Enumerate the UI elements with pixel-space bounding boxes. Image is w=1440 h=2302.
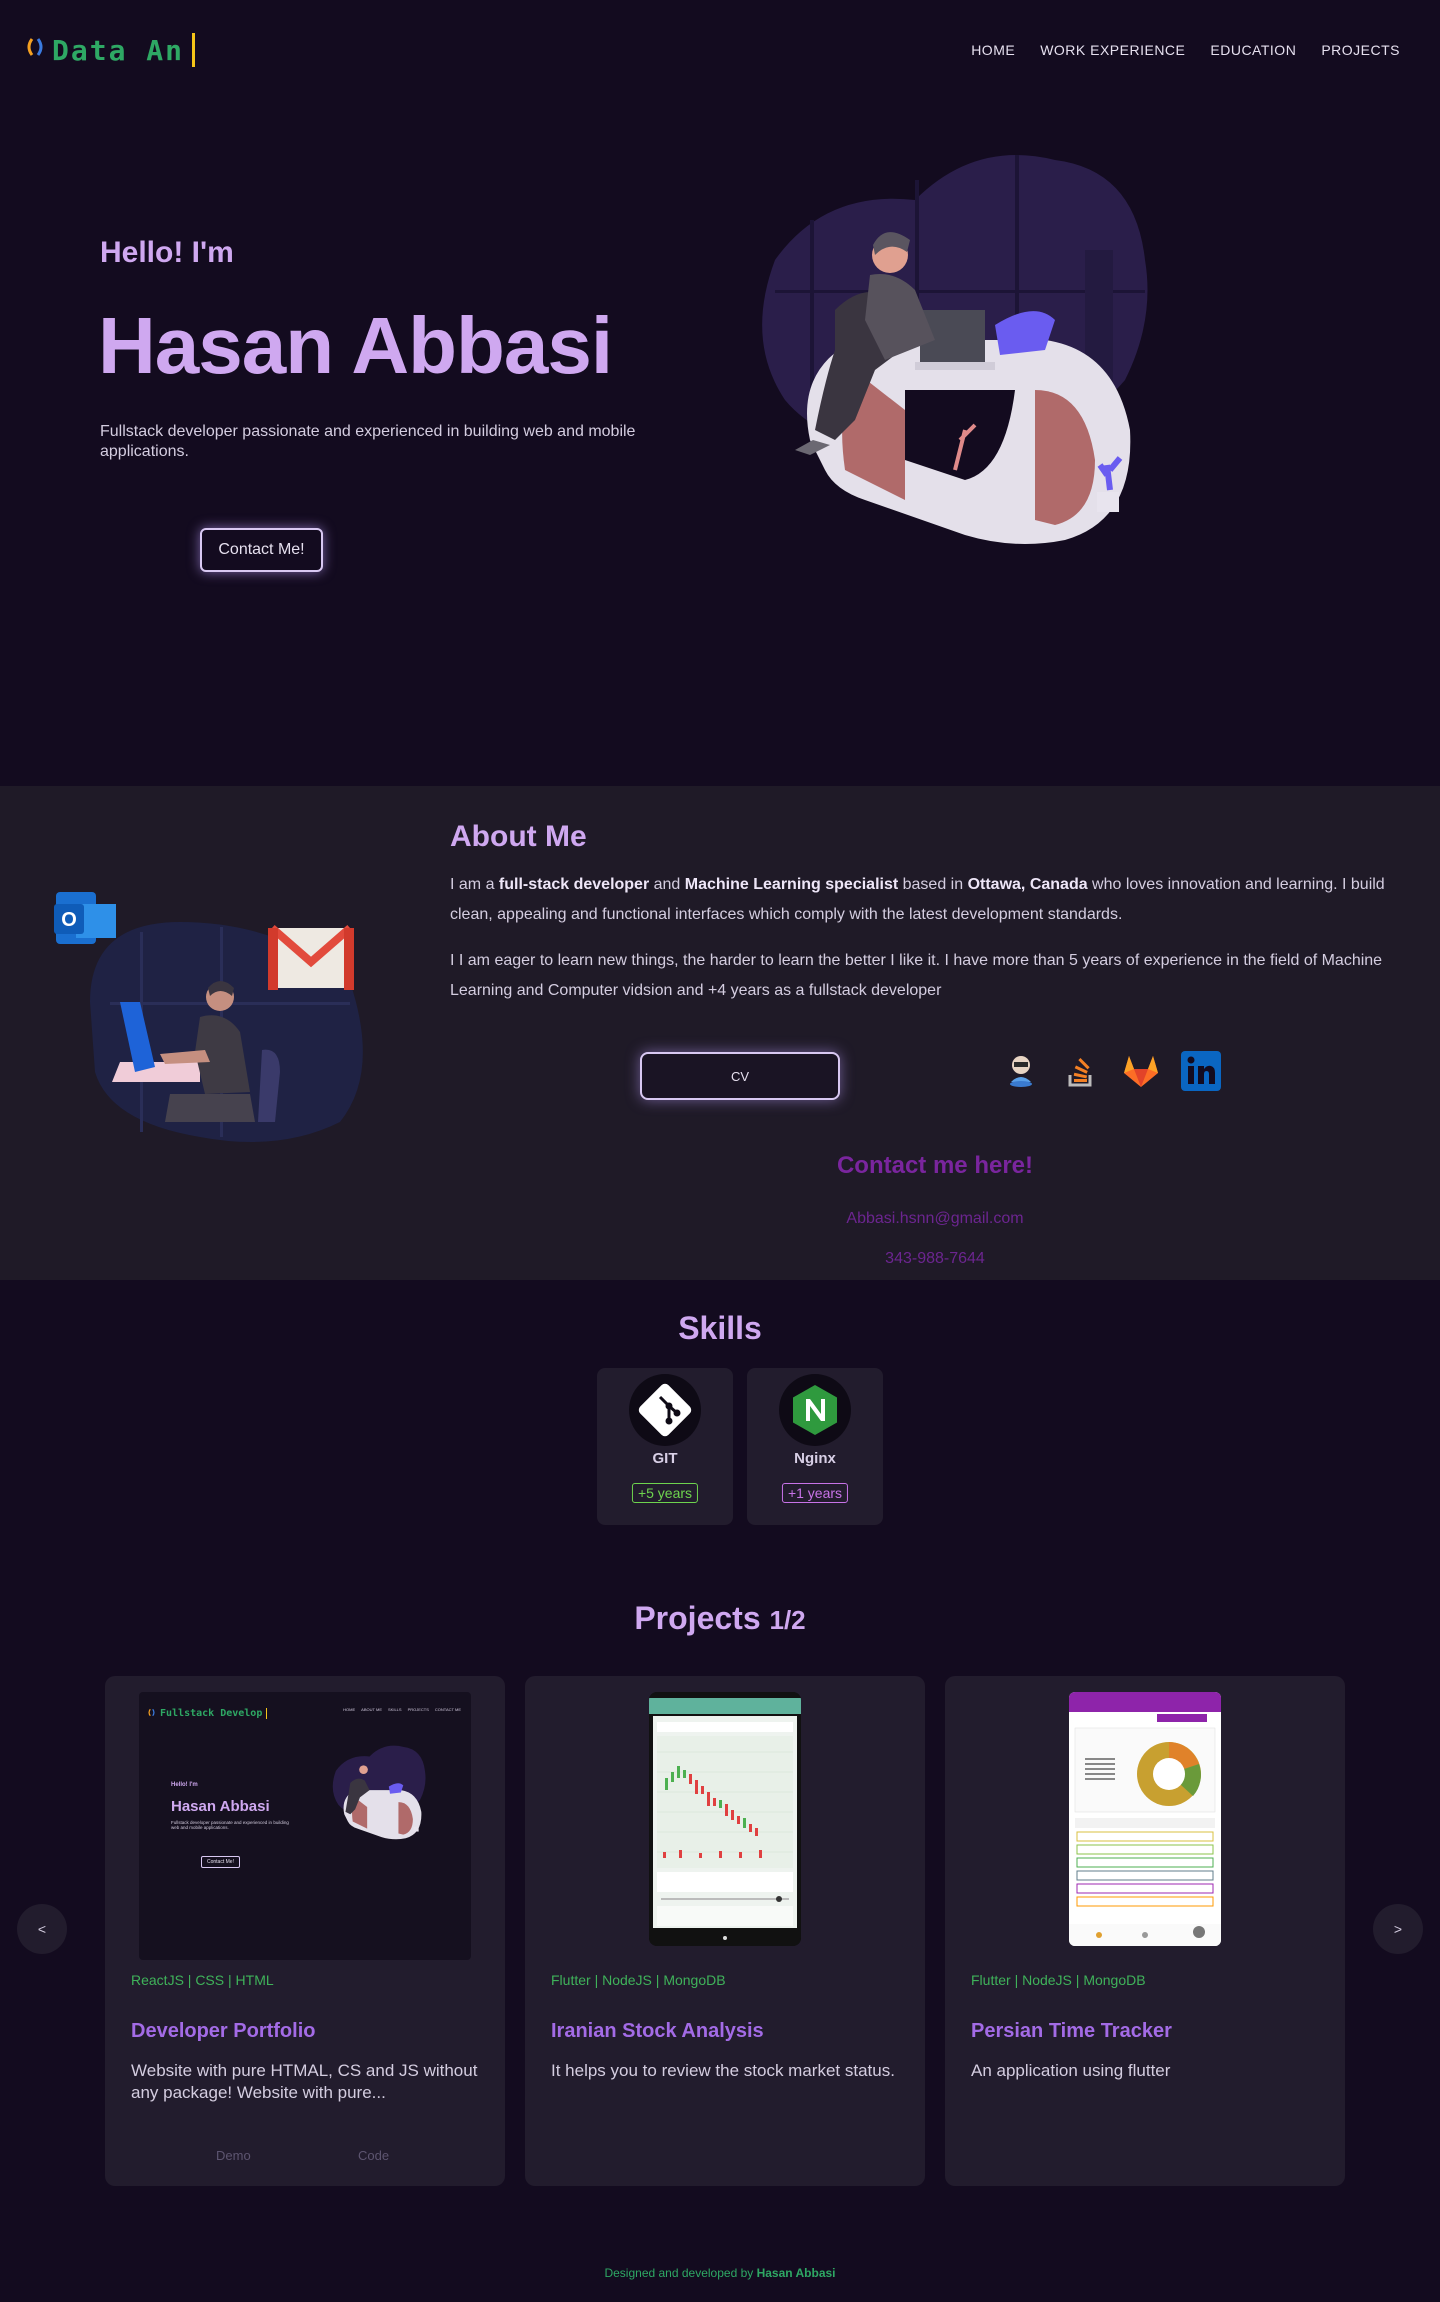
footer-text: Designed and developed by [604, 2266, 757, 2280]
skill-card-nginx: Nginx +1 years [747, 1368, 883, 1525]
about-text: based in [898, 876, 968, 893]
nav-link-home[interactable]: HOME [971, 42, 1015, 58]
skill-years-badge: +5 years [631, 1483, 699, 1503]
carousel-prev-button[interactable]: < [17, 1904, 67, 1954]
linkedin-icon[interactable] [1180, 1050, 1222, 1092]
thumb-logo: Fullstack Develop [147, 1704, 268, 1722]
skill-years-badge: +1 years [781, 1483, 849, 1503]
nav-link-education[interactable]: EDUCATION [1210, 42, 1296, 58]
typing-cursor [266, 1707, 268, 1719]
skill-name: Nginx [794, 1450, 836, 1467]
hero-section: Hello! I'm Hasan Abbasi Fullstack develo… [0, 100, 1440, 786]
about-paragraph-2: I I am eager to learn new things, the ha… [450, 952, 1383, 999]
hero-greeting: Hello! I'm [100, 236, 234, 269]
nav-links: HOME WORK EXPERIENCE EDUCATION PROJECTS [971, 42, 1400, 58]
project-card-iranian-stock-analysis[interactable]: Flutter | NodeJS | MongoDB Iranian Stock… [525, 1676, 925, 2186]
git-icon [629, 1374, 701, 1446]
about-paragraph-1: I am a full-stack developer and Machine … [450, 870, 1425, 930]
thumb-nav-link: ABOUT ME [361, 1707, 382, 1712]
footer: Designed and developed by Hasan Abbasi [0, 2266, 1440, 2280]
thumb-nav-link: HOME [343, 1707, 356, 1712]
thumb-illustration [332, 1745, 426, 1840]
thumb-logo-text: Fullstack Develop [160, 1707, 263, 1719]
thumb-nav-link: SKILLS [388, 1707, 402, 1712]
project-card-persian-time-tracker[interactable]: Flutter | NodeJS | MongoDB Persian Time … [945, 1676, 1345, 2186]
contact-me-button[interactable]: Contact Me! [200, 528, 323, 572]
thumb-nav-link: CONTACT ME [434, 1707, 461, 1712]
project-description: An application using flutter [971, 2061, 1171, 2080]
contact-email[interactable]: Abbasi.hsnn@gmail.com [0, 1210, 1440, 1228]
skill-name: GIT [652, 1450, 678, 1467]
project-title[interactable]: Developer Portfolio [131, 2020, 315, 2043]
cv-button[interactable]: CV [640, 1052, 840, 1100]
project-title[interactable]: Persian Time Tracker [971, 2020, 1172, 2043]
skill-card-git: GIT +5 years [597, 1368, 733, 1525]
skills-title: Skills [678, 1310, 762, 1346]
project-demo-link[interactable]: Demo [216, 2148, 251, 2163]
project-tags: Flutter | NodeJS | MongoDB [551, 1972, 726, 1988]
project-description: Website with pure HTMAL, CS and JS witho… [131, 2061, 478, 2102]
projects-page-indicator: 1/2 [769, 1605, 806, 1635]
stackoverflow-icon[interactable] [1060, 1050, 1102, 1092]
hero-description: Fullstack developer passionate and exper… [100, 423, 636, 460]
project-tags: ReactJS | CSS | HTML [131, 1972, 274, 1988]
thumb-nav: HOME ABOUT ME SKILLS PROJECTS CONTACT ME [343, 1707, 461, 1712]
contact-phone[interactable]: 343-988-7644 [0, 1250, 1440, 1268]
typing-cursor [192, 33, 196, 67]
projects-title: Projects 1/2 [0, 1600, 1440, 1637]
about-text: and [649, 876, 685, 893]
project-title[interactable]: Iranian Stock Analysis [551, 2020, 764, 2043]
about-highlight: full-stack developer [498, 876, 650, 893]
gitlab-icon[interactable] [1120, 1050, 1162, 1092]
projects-title-text: Projects [634, 1600, 761, 1636]
thumb-desc: Fullstack developer passionate and exper… [171, 1820, 289, 1830]
stock-app-screenshot [649, 1692, 801, 1946]
logo[interactable]: Data An [24, 33, 196, 67]
time-tracker-screenshot [1069, 1692, 1221, 1946]
navbar: Data An HOME WORK EXPERIENCE EDUCATION P… [0, 0, 1440, 100]
project-screenshot: Fullstack Develop HOME ABOUT ME SKILLS P… [139, 1692, 471, 1960]
about-text: I am a [450, 876, 499, 893]
project-card-developer-portfolio[interactable]: Fullstack Develop HOME ABOUT ME SKILLS P… [105, 1676, 505, 2186]
thumb-contact-button: Contact Me! [201, 1856, 240, 1868]
nginx-icon [779, 1374, 851, 1446]
project-screenshot [649, 1692, 801, 1946]
about-highlight: Machine Learning specialist [684, 876, 899, 893]
developer-laptop-illustration: O [54, 892, 363, 1142]
code-brackets-icon [24, 35, 46, 65]
code-brackets-icon [147, 1704, 156, 1722]
carousel-next-button[interactable]: > [1373, 1904, 1423, 1954]
hero-name: Hasan Abbasi [98, 301, 613, 390]
thumb-nav-link: PROJECTS [407, 1707, 429, 1712]
svg-text:O: O [61, 909, 77, 931]
project-code-link[interactable]: Code [358, 2148, 389, 2163]
developer-desk-illustration [762, 155, 1148, 544]
about-section: O About Me I am a full-stack developer a… [0, 786, 1440, 1280]
social-links [1000, 1050, 1222, 1092]
footer-author: Hasan Abbasi [756, 2266, 836, 2280]
project-tags: Flutter | NodeJS | MongoDB [971, 1972, 1146, 1988]
thumb-name: Hasan Abbasi [171, 1798, 270, 1815]
about-highlight: Ottawa, Canada [967, 876, 1088, 893]
github-icon[interactable] [1000, 1050, 1042, 1092]
nav-link-work-experience[interactable]: WORK EXPERIENCE [1040, 42, 1185, 58]
about-title: About Me [450, 820, 587, 853]
contact-title: Contact me here! [836, 1152, 1034, 1179]
project-description: It helps you to review the stock market … [551, 2061, 895, 2080]
thumb-hello: Hello! I'm [171, 1782, 198, 1788]
logo-text: Data An [52, 33, 185, 67]
project-screenshot [1069, 1692, 1221, 1946]
nav-link-projects[interactable]: PROJECTS [1321, 42, 1400, 58]
